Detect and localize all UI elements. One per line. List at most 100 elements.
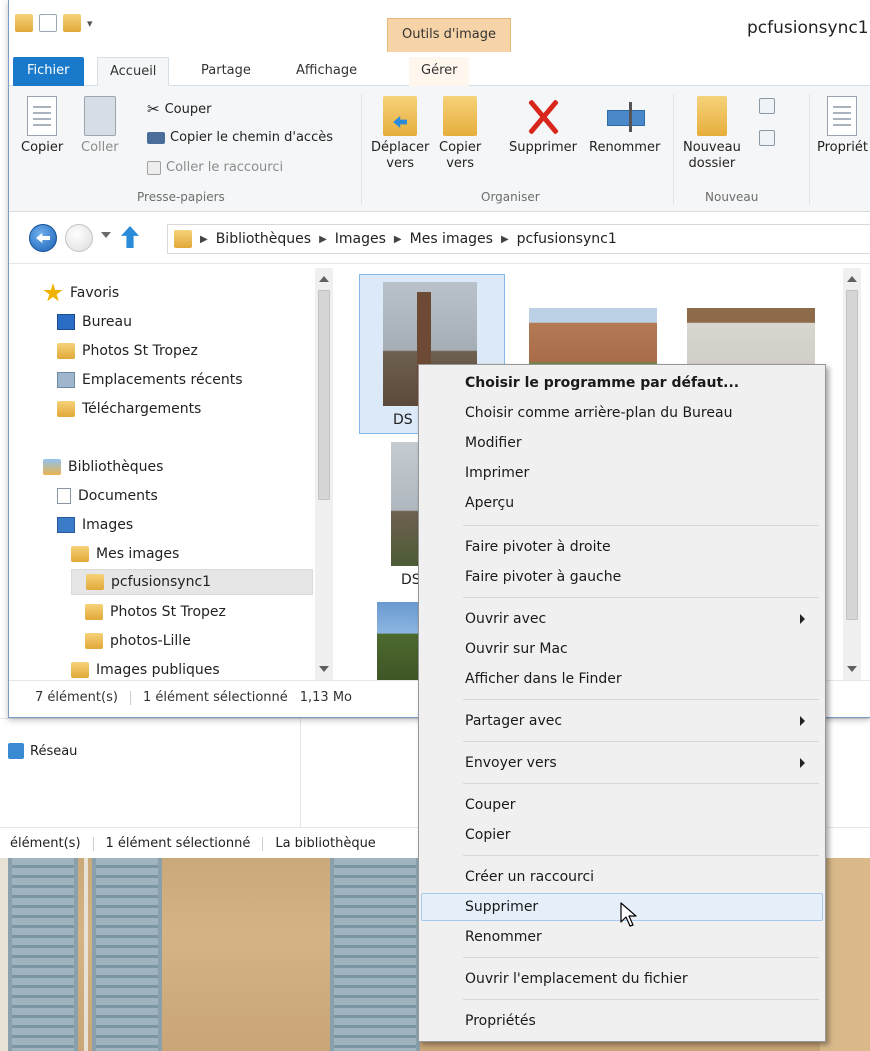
folder-icon [57,401,75,417]
move-to-button[interactable]: Déplacer vers [371,96,429,172]
nav-item-favoris[interactable]: Favoris [43,280,119,306]
breadcrumb-item[interactable]: Images [335,231,386,247]
navigation-pane-scrollbar[interactable] [315,268,333,680]
rename-icon [605,96,645,136]
breadcrumb-item[interactable]: Mes images [410,231,493,247]
scroll-down-icon[interactable] [319,666,329,672]
tab-accueil[interactable]: Accueil [97,57,170,86]
navigation-pane: Favoris Bureau Photos St Tropez Emplacem… [9,264,339,680]
up-arrow-icon[interactable] [119,226,141,250]
new-folder-icon[interactable] [63,14,81,32]
menu-item-open-on-mac[interactable]: Ouvrir sur Mac [421,635,823,663]
nav-item-reseau[interactable]: Réseau [8,743,77,759]
menu-item-edit[interactable]: Modifier [421,429,823,457]
star-icon [43,283,63,302]
forward-button[interactable] [65,224,93,252]
tab-fichier[interactable]: Fichier [13,57,84,86]
folder-icon [85,633,103,649]
folder-icon [57,343,75,359]
nav-item-images-publiques[interactable]: Images publiques [71,657,220,680]
nav-item-pcfusionsync1[interactable]: pcfusionsync1 [71,569,313,595]
copy-button[interactable]: Copier [21,96,63,156]
scroll-up-icon[interactable] [847,276,857,282]
paste-button[interactable]: Coller [81,96,119,156]
scissors-icon: ✂ [147,100,160,118]
properties-button[interactable]: Propriét [817,96,868,156]
scrollbar-thumb[interactable] [318,290,330,500]
customize-toolbar-icon[interactable]: ▾ [87,17,93,30]
nav-item-emplacements-recents[interactable]: Emplacements récents [57,367,243,393]
menu-item-print[interactable]: Imprimer [421,459,823,487]
tab-affichage[interactable]: Affichage [284,57,369,86]
breadcrumb-item[interactable]: pcfusionsync1 [517,231,617,247]
menu-item-properties[interactable]: Propriétés [421,1007,823,1035]
scrollbar-thumb[interactable] [846,290,858,620]
chevron-right-icon: ▶ [500,233,509,245]
documents-icon [57,488,71,504]
copy-icon [27,96,58,136]
chevron-right-icon: ▶ [319,233,327,245]
menu-item-copy[interactable]: Copier [421,821,823,849]
copy-path-button[interactable]: Copier le chemin d'accès [147,130,333,145]
cut-button[interactable]: ✂ Couper [147,100,211,118]
folder-icon [85,604,103,620]
menu-item-show-in-finder[interactable]: Afficher dans le Finder [421,665,823,693]
nav-item-mes-images[interactable]: Mes images [71,541,179,567]
breadcrumb[interactable]: ▶ Bibliothèques ▶ Images ▶ Mes images ▶ … [167,224,870,254]
menu-item-create-shortcut[interactable]: Créer un raccourci [421,863,823,891]
ribbon-tabs: Fichier Accueil Partage Affichage Gérer [9,52,870,86]
rename-button[interactable]: Renommer [589,96,660,156]
nav-item-photos-lille[interactable]: photos-Lille [85,628,191,654]
easy-access-icon[interactable] [759,130,775,146]
selection-size: 1,13 Mo [299,690,352,705]
breadcrumb-item[interactable]: Bibliothèques [216,231,311,247]
menu-item-choose-default-program[interactable]: Choisir le programme par défaut... [421,369,823,397]
menu-item-share-with[interactable]: Partager avec [421,707,823,735]
group-label-organize: Organiser [481,190,540,204]
copy-path-icon [147,131,165,144]
chevron-right-icon: ▶ [200,233,208,245]
recent-locations-icon[interactable] [101,232,111,238]
menu-item-send-to[interactable]: Envoyer vers [421,749,823,777]
nav-item-photos-st-tropez[interactable]: Photos St Tropez [57,338,198,364]
nav-item-documents[interactable]: Documents [57,483,158,509]
menu-item-rotate-left[interactable]: Faire pivoter à gauche [421,563,823,591]
folder-icon [71,546,89,562]
menu-item-open-file-location[interactable]: Ouvrir l'emplacement du fichier [421,965,823,993]
nav-item-images[interactable]: Images [57,512,133,538]
nav-item-photos-st-tropez-2[interactable]: Photos St Tropez [85,599,226,625]
properties-icon [827,96,858,136]
folder-icon[interactable] [15,14,33,32]
menu-item-open-with[interactable]: Ouvrir avec [421,605,823,633]
nav-item-bureau[interactable]: Bureau [57,309,132,335]
menu-item-rotate-right[interactable]: Faire pivoter à droite [421,533,823,561]
new-item-icon[interactable] [759,98,775,114]
scroll-down-icon[interactable] [847,666,857,672]
new-folder-button[interactable]: Nouveau dossier [683,96,741,172]
scroll-up-icon[interactable] [319,276,329,282]
paste-shortcut-button[interactable]: Coller le raccourci [147,160,283,175]
desktop-icon [57,314,75,330]
tab-gerer[interactable]: Gérer [409,57,470,86]
contextual-tab-image-tools: Outils d'image [387,18,511,52]
menu-item-cut[interactable]: Couper [421,791,823,819]
delete-button[interactable]: Supprimer [509,96,577,156]
address-bar: ▶ Bibliothèques ▶ Images ▶ Mes images ▶ … [9,212,870,264]
properties-icon[interactable] [39,14,57,32]
libraries-icon [43,459,61,475]
nav-item-telechargements[interactable]: Téléchargements [57,396,201,422]
images-icon [57,517,75,533]
move-to-icon [383,96,418,136]
tab-partage[interactable]: Partage [189,57,263,86]
recent-places-icon [57,372,75,388]
group-label-clipboard: Presse-papiers [137,190,225,204]
menu-item-set-as-desktop-background[interactable]: Choisir comme arrière-plan du Bureau [421,399,823,427]
nav-item-bibliotheques[interactable]: Bibliothèques [43,454,163,480]
back-button[interactable] [29,224,57,252]
file-list-scrollbar[interactable] [843,268,861,680]
copy-to-button[interactable]: Copier vers [439,96,481,172]
menu-item-preview[interactable]: Aperçu [421,489,823,517]
chevron-right-icon [800,758,805,768]
copy-to-icon [443,96,478,136]
network-icon [8,743,24,759]
